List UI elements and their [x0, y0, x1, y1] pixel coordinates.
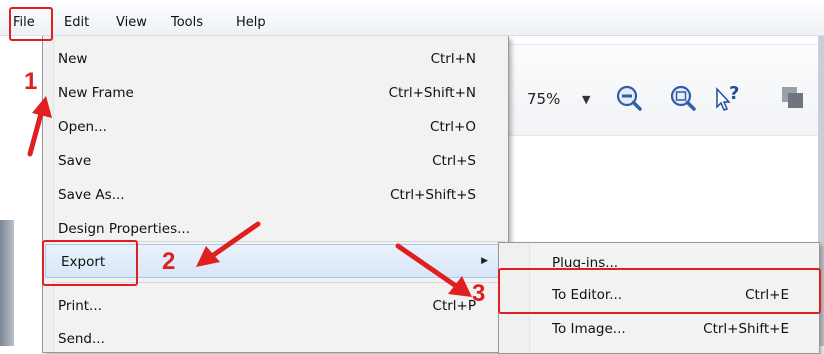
menu-item-label: Save: [58, 153, 92, 169]
menu-item-label: To Image...: [552, 321, 626, 337]
submenu-arrow-icon: ▶: [481, 256, 488, 266]
zoom-level[interactable]: 75%: [527, 90, 560, 108]
menu-item-send[interactable]: Send...: [43, 324, 508, 354]
copy-icon[interactable]: [778, 83, 808, 113]
help-pointer-icon[interactable]: ?: [712, 83, 742, 113]
menu-help[interactable]: Help: [236, 15, 266, 30]
step-number-1: 1: [24, 68, 38, 95]
menu-item-shortcut: Ctrl+Shift+N: [388, 85, 476, 101]
menu-edit[interactable]: Edit: [64, 15, 89, 30]
menu-item-shortcut: Ctrl+P: [432, 298, 476, 314]
menu-item-shortcut: Ctrl+Shift+E: [703, 321, 789, 337]
zoom-dropdown-icon[interactable]: ▼: [582, 93, 590, 106]
menu-item-shortcut: Ctrl+S: [432, 153, 476, 169]
menu-item-save[interactable]: Save Ctrl+S: [43, 146, 508, 176]
menu-item-shortcut: Ctrl+Shift+S: [390, 187, 476, 203]
menu-item-save-as[interactable]: Save As... Ctrl+Shift+S: [43, 180, 508, 210]
step-number-3: 3: [472, 280, 486, 307]
svg-text:?: ?: [729, 83, 739, 104]
menu-item-new[interactable]: New Ctrl+N: [43, 44, 508, 74]
menu-item-shortcut: Ctrl+N: [430, 51, 476, 67]
menu-tools[interactable]: Tools: [171, 15, 203, 30]
submenu-item-to-image[interactable]: To Image... Ctrl+Shift+E: [499, 313, 819, 343]
menu-item-label: Print...: [58, 298, 102, 314]
menu-item-label: Send...: [58, 331, 105, 347]
window-edge: [0, 220, 14, 346]
file-menu-dropdown: New Ctrl+N New Frame Ctrl+Shift+N Open..…: [42, 36, 509, 353]
menu-bar: File Edit View Tools Help: [0, 0, 824, 36]
menu-item-label: Open...: [58, 119, 107, 135]
menu-item-label: Design Properties...: [58, 221, 191, 237]
menu-item-open[interactable]: Open... Ctrl+O: [43, 112, 508, 142]
menu-view[interactable]: View: [116, 15, 147, 30]
highlight-box-to-editor: [498, 268, 821, 314]
zoom-out-icon[interactable]: [614, 83, 644, 113]
menu-item-label: Save As...: [58, 187, 125, 203]
menu-item-label: New: [58, 51, 88, 67]
zoom-in-icon[interactable]: [668, 83, 698, 113]
menu-item-print[interactable]: Print... Ctrl+P: [43, 291, 508, 321]
step-number-2: 2: [162, 248, 176, 275]
highlight-box-file: [9, 7, 53, 41]
menu-item-new-frame[interactable]: New Frame Ctrl+Shift+N: [43, 78, 508, 108]
highlight-box-export: [42, 240, 138, 286]
menu-item-label: New Frame: [58, 85, 134, 101]
menu-item-shortcut: Ctrl+O: [430, 119, 476, 135]
